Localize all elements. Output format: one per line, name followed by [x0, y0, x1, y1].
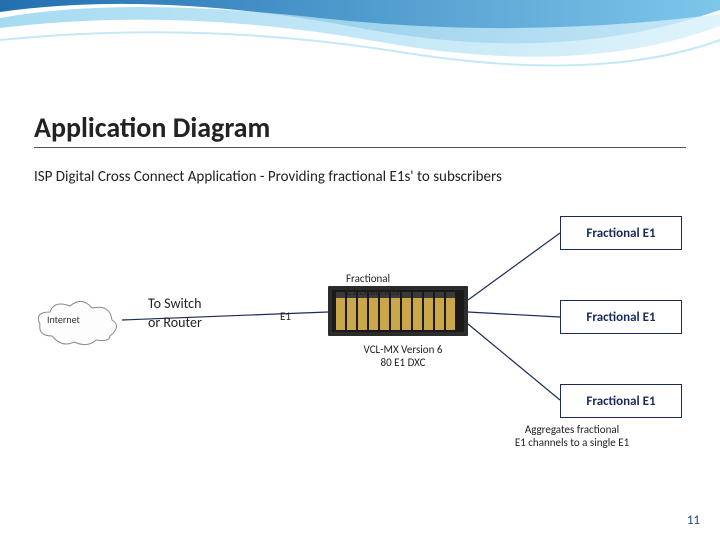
aggregation-caption: Aggregates fractional E1 channels to a s…: [472, 424, 672, 449]
fractional-e1-box-3: Fractional E1: [560, 384, 682, 418]
slide-subtitle: ISP Digital Cross Connect Application - …: [34, 168, 502, 186]
internet-label: Internet: [47, 313, 80, 326]
fractional-channels-label: Fractional E1 channels: [346, 273, 399, 298]
agg-line2: E1 channels to a single E1: [515, 436, 629, 449]
connector-lines: [0, 0, 720, 540]
frac-ch-line1: Fractional: [346, 272, 390, 285]
agg-line1: Aggregates fractional: [525, 423, 619, 436]
chassis-spec: 80 E1 DXC: [381, 356, 426, 369]
fractional-e1-box-2: Fractional E1: [560, 300, 682, 334]
header-swoosh: [0, 0, 720, 90]
to-switch-line2: or Router: [148, 314, 202, 331]
chassis-model: VCL-MX Version 6: [364, 343, 443, 356]
e1-link-label: E1: [280, 310, 291, 323]
to-switch-line1: To Switch: [148, 295, 201, 312]
page-number: 11: [687, 513, 700, 528]
frac-ch-line2: E1 channels: [346, 285, 399, 298]
fractional-e1-box-1: Fractional E1: [560, 216, 682, 250]
title-underline: [34, 147, 686, 148]
chassis-caption: VCL-MX Version 6 80 E1 DXC: [343, 344, 463, 369]
slide-title: Application Diagram: [34, 110, 270, 145]
to-switch-label: To Switch or Router: [148, 295, 202, 333]
